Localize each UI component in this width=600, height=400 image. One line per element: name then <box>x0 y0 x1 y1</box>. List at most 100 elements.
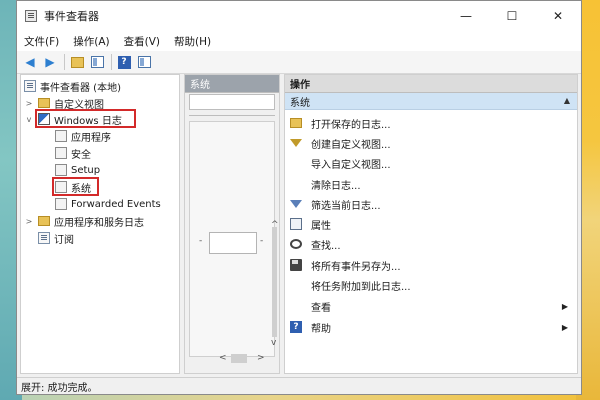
open-folder-icon <box>290 118 302 128</box>
event-viewer-icon <box>25 10 37 22</box>
action-label: 打开保存的日志... <box>311 119 391 131</box>
menu-view[interactable]: 查看(V) <box>117 34 167 49</box>
actions-section-system[interactable]: 系统 ▲ <box>285 93 577 110</box>
action-filter-current-log[interactable]: 筛选当前日志... <box>286 195 576 213</box>
find-icon <box>290 239 302 249</box>
tree-item-setup[interactable]: Setup <box>55 162 100 178</box>
show-hide-action-pane-button[interactable] <box>135 53 153 71</box>
action-clear-log[interactable]: 清除日志... <box>286 175 576 193</box>
tree-item-label: 安全 <box>71 149 91 161</box>
highlight-box-system <box>52 177 99 196</box>
pane-splitter[interactable] <box>189 115 275 116</box>
action-label: 清除日志... <box>311 180 361 192</box>
save-icon <box>290 259 302 271</box>
menu-file[interactable]: 文件(F) <box>17 34 66 49</box>
dash-mark: - <box>260 236 264 246</box>
menu-bar: 文件(F) 操作(A) 查看(V) 帮助(H) <box>17 31 581 51</box>
event-viewer-window: 事件查看器 — ☐ ✕ 文件(F) 操作(A) 查看(V) 帮助(H) ◀ ▶ … <box>16 0 582 395</box>
action-label: 将任务附加到此日志... <box>311 281 411 293</box>
actions-header: 操作 <box>285 75 577 93</box>
log-icon <box>55 147 67 159</box>
tree-item-subscriptions[interactable]: 订阅 <box>24 230 74 246</box>
dash-mark: - <box>199 236 203 246</box>
folder-icon <box>70 56 84 68</box>
action-find[interactable]: 查找... <box>286 235 576 253</box>
help-icon: ? <box>290 321 302 333</box>
tree-item-security[interactable]: 安全 <box>55 145 91 161</box>
filter-icon <box>290 139 302 147</box>
action-label: 查找... <box>311 240 341 252</box>
action-properties[interactable]: 属性 <box>286 215 576 233</box>
action-pane-icon <box>137 56 151 68</box>
tree-item-application[interactable]: 应用程序 <box>55 128 111 144</box>
action-label: 将所有事件另存为... <box>311 261 401 273</box>
action-label: 筛选当前日志... <box>311 200 381 212</box>
help-button[interactable]: ? <box>115 53 133 71</box>
back-arrow-icon[interactable]: ◀ <box>21 53 39 71</box>
forward-arrow-icon[interactable]: ▶ <box>41 53 59 71</box>
help-icon: ? <box>117 55 131 69</box>
tree-item-label: Forwarded Events <box>71 198 161 210</box>
tree-item-label: 应用程序和服务日志 <box>54 217 144 229</box>
action-label: 帮助 <box>311 323 331 335</box>
horizontal-scrollbar-thumb[interactable] <box>231 354 247 363</box>
action-label: 查看 <box>311 302 331 314</box>
tree-item-forwarded-events[interactable]: Forwarded Events <box>55 196 161 212</box>
action-create-custom-view[interactable]: 创建自定义视图... <box>286 134 576 152</box>
toolbar-divider <box>64 54 65 70</box>
actions-section-label: 系统 <box>290 97 310 109</box>
action-open-saved-log[interactable]: 打开保存的日志... <box>286 114 576 132</box>
minimize-button[interactable]: — <box>443 1 489 31</box>
log-icon <box>55 198 67 210</box>
log-list-pane: 系统 - - ^ v < > <box>184 74 280 374</box>
window-controls: — ☐ ✕ <box>443 1 581 31</box>
event-viewer-icon <box>24 80 36 92</box>
action-view[interactable]: 查看 ▶ <box>286 297 576 315</box>
title-bar[interactable]: 事件查看器 — ☐ ✕ <box>17 1 581 31</box>
menu-action[interactable]: 操作(A) <box>66 34 116 49</box>
console-tree: 事件查看器 (本地) > 自定义视图 v Windows 日志 应用程序 安全 <box>20 74 180 374</box>
action-label: 创建自定义视图... <box>311 139 391 151</box>
status-bar: 展开: 成功完成。 <box>17 377 581 394</box>
action-label: 导入自定义视图... <box>311 159 391 171</box>
filter-icon <box>290 200 302 208</box>
tree-item-root[interactable]: 事件查看器 (本地) <box>24 78 121 94</box>
scroll-right-arrow-icon[interactable]: > <box>257 353 265 363</box>
show-hide-tree-button[interactable] <box>88 53 106 71</box>
event-list[interactable] <box>189 94 275 110</box>
chevron-right-icon[interactable]: > <box>24 99 34 108</box>
tree-item-label: 应用程序 <box>71 132 111 144</box>
up-folder-button[interactable] <box>68 53 86 71</box>
log-icon <box>55 164 67 176</box>
action-save-all-events[interactable]: 将所有事件另存为... <box>286 256 576 274</box>
event-details-placeholder <box>209 232 257 254</box>
chevron-down-icon[interactable]: v <box>24 115 34 124</box>
console-tree-icon <box>90 56 104 68</box>
submenu-arrow-icon: ▶ <box>561 301 568 311</box>
subscriptions-icon <box>38 232 50 244</box>
tree-item-label: 订阅 <box>54 234 74 246</box>
close-button[interactable]: ✕ <box>535 1 581 31</box>
tree-item-label: Setup <box>71 164 101 176</box>
folder-icon <box>38 216 50 226</box>
window-title: 事件查看器 <box>44 10 99 23</box>
collapse-up-icon[interactable]: ▲ <box>564 96 570 105</box>
action-attach-task[interactable]: 将任务附加到此日志... <box>286 276 576 294</box>
action-import-custom-view[interactable]: 导入自定义视图... <box>286 154 576 172</box>
tree-item-apps-services-logs[interactable]: > 应用程序和服务日志 <box>24 213 144 229</box>
action-label: 属性 <box>311 220 331 232</box>
maximize-button[interactable]: ☐ <box>489 1 535 31</box>
vertical-scrollbar-thumb[interactable] <box>272 227 277 337</box>
highlight-box-windows-logs <box>35 109 136 128</box>
scroll-up-arrow-icon[interactable]: ^ <box>271 220 279 230</box>
properties-icon <box>290 218 302 230</box>
menu-help[interactable]: 帮助(H) <box>167 34 218 49</box>
scroll-down-arrow-icon[interactable]: v <box>271 338 276 348</box>
log-icon <box>55 130 67 142</box>
status-text: 展开: 成功完成。 <box>21 382 98 394</box>
scroll-left-arrow-icon[interactable]: < <box>219 353 227 363</box>
action-help[interactable]: ? 帮助 ▶ <box>286 318 576 336</box>
chevron-right-icon[interactable]: > <box>24 217 34 226</box>
toolbar: ◀ ▶ ? <box>17 51 581 74</box>
toolbar-divider <box>111 54 112 70</box>
